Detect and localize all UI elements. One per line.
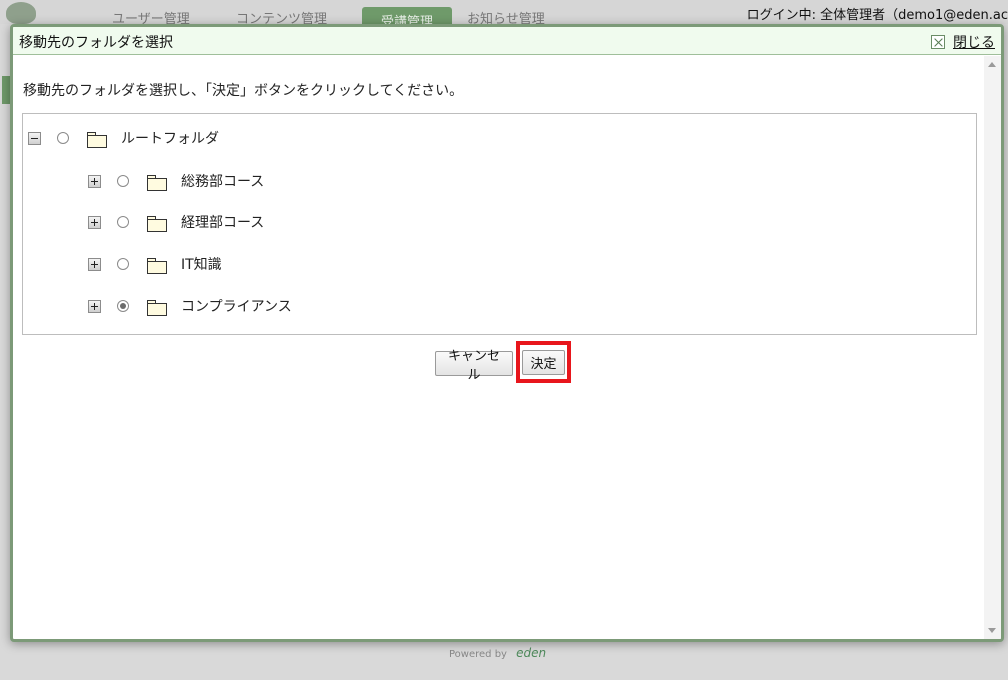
- background-header: ユーザー管理 コンテンツ管理 受講管理 お知らせ管理 ログイン中: 全体管理者（…: [0, 0, 1008, 30]
- folder-icon: [147, 215, 167, 232]
- footer-logo: eden: [516, 646, 547, 660]
- folder-select-dialog: 移動先のフォルダを選択 閉じる 移動先のフォルダを選択し、「決定」ボタンをクリッ…: [10, 24, 1004, 642]
- tree-node: 経理部コース: [88, 211, 264, 233]
- folder-label[interactable]: IT知識: [181, 254, 222, 274]
- scroll-down-icon[interactable]: [988, 628, 996, 633]
- folder-icon: [147, 257, 167, 274]
- footer-powered-by: Powered by: [449, 649, 507, 660]
- expand-toggle-icon[interactable]: [88, 174, 101, 188]
- dialog-title: 移動先のフォルダを選択: [19, 35, 173, 51]
- folder-label[interactable]: 経理部コース: [181, 212, 264, 232]
- close-icon[interactable]: [931, 35, 945, 49]
- folder-radio[interactable]: [117, 216, 129, 228]
- folder-radio-selected[interactable]: [117, 300, 129, 312]
- expand-toggle-icon[interactable]: [88, 299, 101, 313]
- vertical-scrollbar[interactable]: [984, 56, 1001, 639]
- tree-node: 総務部コース: [88, 170, 264, 192]
- folder-radio[interactable]: [117, 175, 129, 187]
- expand-toggle-icon[interactable]: [88, 257, 101, 271]
- login-status: ログイン中: 全体管理者（demo1@eden.ac: [746, 8, 1008, 23]
- dialog-titlebar: 移動先のフォルダを選択 閉じる: [13, 27, 1001, 55]
- folder-radio[interactable]: [57, 132, 69, 144]
- folder-icon: [147, 174, 167, 191]
- close-link[interactable]: 閉じる: [953, 32, 995, 52]
- footer: Powered by eden: [449, 646, 546, 660]
- tree-node: IT知識: [88, 253, 222, 275]
- collapse-toggle-icon[interactable]: [28, 131, 41, 145]
- folder-label[interactable]: 総務部コース: [181, 171, 264, 191]
- expand-toggle-icon[interactable]: [88, 215, 101, 229]
- site-logo-icon: [6, 2, 36, 24]
- dialog-content: 移動先のフォルダを選択し、「決定」ボタンをクリックしてください。 ルートフォルダ…: [13, 56, 1001, 639]
- folder-radio[interactable]: [117, 258, 129, 270]
- nav-attendance-management: 受講管理: [362, 7, 452, 30]
- tree-node: コンプライアンス: [88, 295, 292, 317]
- cancel-button[interactable]: キャンセル: [435, 349, 513, 383]
- scroll-up-icon[interactable]: [988, 62, 996, 67]
- folder-label[interactable]: ルートフォルダ: [121, 128, 219, 148]
- close-button[interactable]: 閉じる: [931, 32, 995, 52]
- tree-node-root: ルートフォルダ: [28, 127, 219, 149]
- folder-icon: [87, 131, 107, 148]
- highlight-marker: [516, 341, 571, 383]
- instruction-text: 移動先のフォルダを選択し、「決定」ボタンをクリックしてください。: [23, 83, 464, 99]
- folder-tree: ルートフォルダ 総務部コース 経理部コース IT知識 コンプライアンス: [22, 113, 977, 335]
- folder-label[interactable]: コンプライアンス: [181, 296, 292, 316]
- folder-icon: [147, 299, 167, 316]
